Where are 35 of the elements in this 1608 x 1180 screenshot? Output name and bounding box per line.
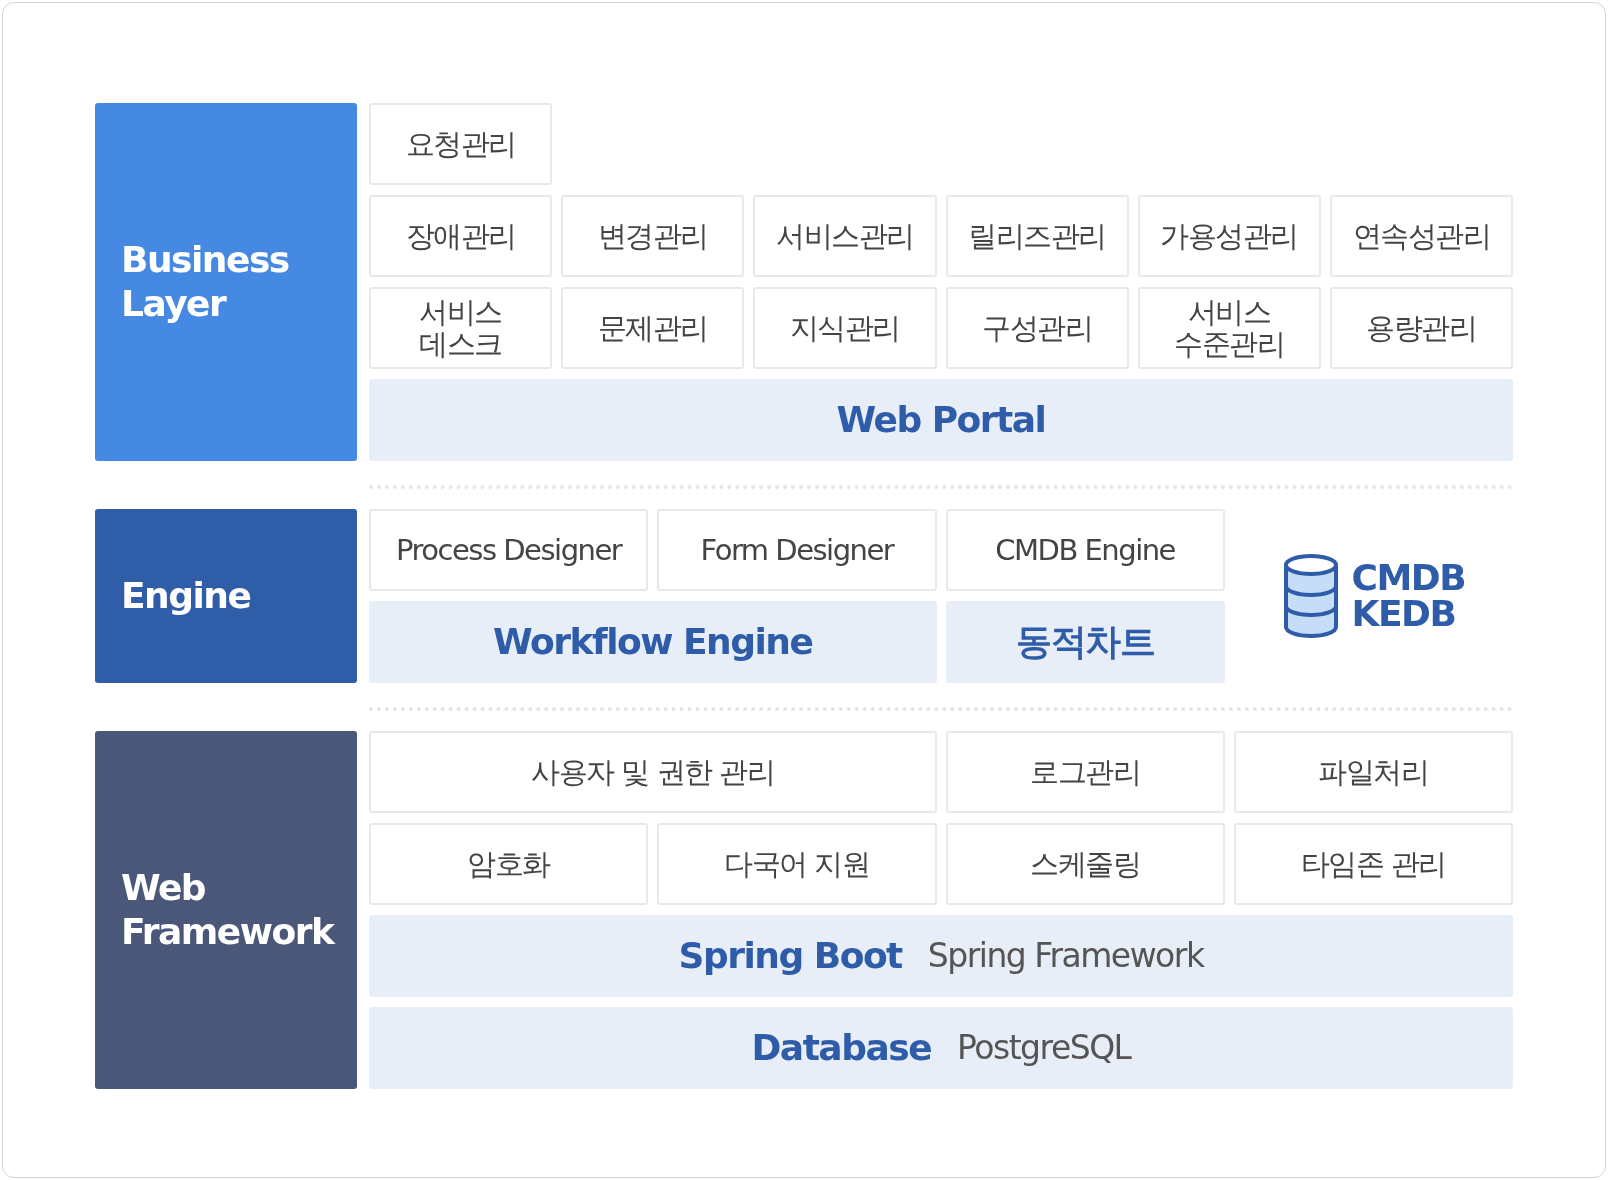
layer-bar: Web Portal [369, 379, 1513, 461]
module-box: 타임존 관리 [1233, 823, 1513, 905]
module-box: 문제관리 [561, 287, 745, 369]
module-box: 로그관리 [945, 731, 1225, 813]
module-box: 지식관리 [753, 287, 937, 369]
module-box: Form Designer [657, 509, 937, 591]
layer-label: Web Framework [95, 731, 357, 1089]
bar-title: Database [751, 1032, 932, 1064]
layer-bar: 동적차트 [945, 601, 1225, 683]
module-box: 스케줄링 [945, 823, 1225, 905]
layer-bar: Workflow Engine [369, 601, 937, 683]
bar-detail: Spring Framework [927, 940, 1204, 972]
module-box: 용량관리 [1329, 287, 1513, 369]
module-box: 연속성관리 [1329, 195, 1513, 277]
module-box: 파일처리 [1233, 731, 1513, 813]
module-box: Process Designer [369, 509, 649, 591]
module-box: CMDB Engine [945, 509, 1225, 591]
store-label: KEDB [1351, 596, 1457, 632]
layer-label: Business Layer [95, 103, 357, 461]
bar-detail: PostgreSQL [957, 1032, 1131, 1064]
module-box: 암호화 [369, 823, 649, 905]
module-box: 서비스관리 [753, 195, 937, 277]
module-box: 변경관리 [561, 195, 745, 277]
layer-label: Engine [95, 509, 357, 683]
module-box: 요청관리 [369, 103, 553, 185]
module-box: 서비스 데스크 [369, 287, 553, 369]
store-label: CMDB [1351, 560, 1466, 596]
database-icon [1281, 553, 1340, 639]
module-box: 다국어 지원 [657, 823, 937, 905]
module-box: 릴리즈관리 [945, 195, 1129, 277]
module-box: 사용자 및 권한 관리 [369, 731, 937, 813]
module-box: 가용성관리 [1137, 195, 1321, 277]
module-box: 장애관리 [369, 195, 553, 277]
module-box: 구성관리 [945, 287, 1129, 369]
module-box: 서비스 수준관리 [1137, 287, 1321, 369]
